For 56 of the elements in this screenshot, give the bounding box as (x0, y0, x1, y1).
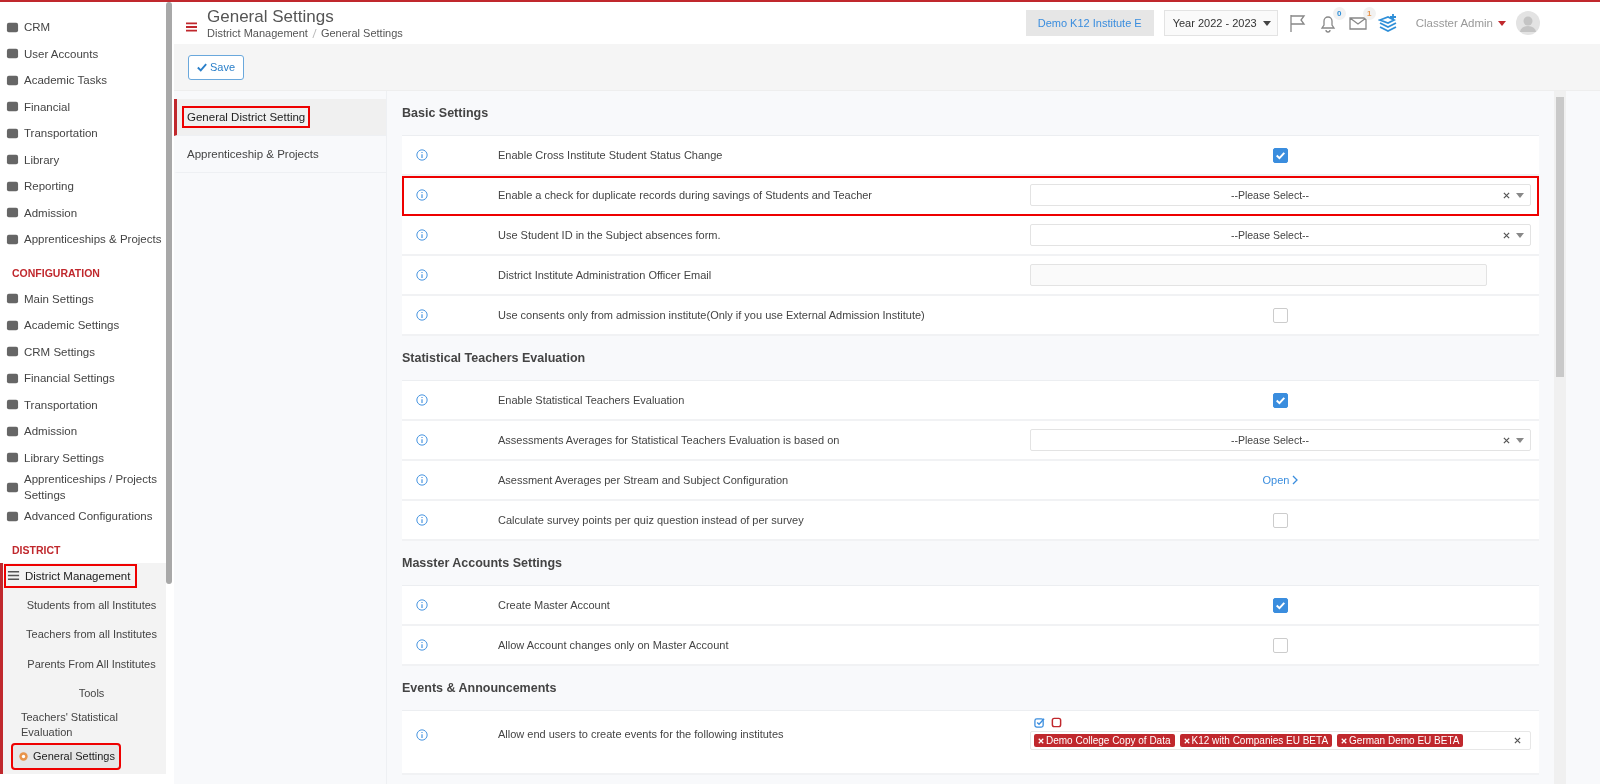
sidebar-item[interactable]: Transportation (0, 120, 166, 147)
settings-tab[interactable]: General District Setting (174, 99, 386, 136)
setting-label: Use Student ID in the Subject absences form. (498, 229, 722, 241)
setting-label: Assessments Averages for Statistical Teachers Evaluation is based on (498, 434, 841, 446)
notification-count: 0 (1332, 7, 1346, 20)
message-count: 1 (1362, 7, 1376, 20)
year-dropdown[interactable]: Year 2022 - 2023 (1163, 10, 1278, 36)
sidebar-item[interactable]: Academic Settings (0, 312, 166, 339)
setting-label: Calculate survey points per quiz question instead of per survey (498, 514, 805, 526)
institutes-field[interactable]: Demo College Copy of Data K12 with Companies EU BETA German Demo EU BETA (1030, 731, 1531, 750)
sidebar-subitem[interactable]: Students from all Institutes (8, 592, 161, 619)
sidebar-subitem[interactable]: Teachers from all Institutes (8, 621, 161, 648)
sidebar-heading: CONFIGURATION (11, 265, 101, 281)
sidebar-item[interactable]: User Accounts (0, 40, 166, 67)
sidebar-item[interactable]: CRM Settings (0, 338, 166, 365)
setting-label: Allow Account changes only on Master Account (498, 639, 730, 651)
setting-label: Asessment Averages per Stream and Subject Configuration (498, 474, 790, 486)
sidebar-item[interactable]: Apprenticeships / Projects Settings (0, 471, 166, 503)
select-field[interactable]: --Please Select-- (1030, 224, 1531, 246)
sidebar-subitem[interactable]: Parents From All Institutes (9, 651, 160, 678)
open-link[interactable]: Open (1262, 474, 1299, 486)
sidebar-item[interactable]: Transportation (0, 391, 166, 418)
sidebar-item[interactable]: Admission (0, 418, 166, 445)
breadcrumb-link[interactable]: General Settings (320, 27, 403, 39)
setting-label: Create Master Account (498, 599, 611, 611)
select-field[interactable]: --Please Select-- (1030, 429, 1531, 451)
sidebar-subitem[interactable]: General Settings (11, 743, 121, 770)
settings-tab[interactable]: Apprenticeship & Projects (174, 136, 386, 173)
sidebar-item[interactable]: Financial (0, 93, 166, 120)
sidebar-item[interactable]: Library Settings (0, 444, 166, 471)
sidebar-item[interactable]: Admission (0, 199, 166, 226)
sidebar-subitem[interactable]: Teachers' Statistical Evaluation (3, 710, 166, 740)
setting-label: Enable Cross Institute Student Status Change (498, 149, 724, 161)
sidebar-item[interactable]: CRM (0, 14, 166, 41)
sidebar-item[interactable]: District Management (3, 562, 139, 589)
sidebar-item[interactable]: Main Settings (0, 285, 166, 312)
setting-label: Allow end users to create events for the following institutes (498, 728, 785, 740)
setting-label: Enable Statistical Teachers Evaluation (498, 394, 686, 406)
breadcrumb-link[interactable]: District Management (207, 27, 308, 39)
sidebar-item[interactable]: Financial Settings (0, 365, 166, 392)
institute-tag[interactable]: German Demo EU BETA (1337, 734, 1464, 747)
sidebar-item[interactable]: Academic Tasks (0, 67, 166, 94)
institute-tag[interactable]: K12 with Companies EU BETA (1179, 734, 1333, 747)
select-field[interactable]: --Please Select-- (1030, 184, 1531, 206)
institute-tag[interactable]: Demo College Copy of Data (1034, 734, 1175, 747)
sidebar-heading: DISTRICT (11, 542, 62, 558)
setting-label: Enable a check for duplicate records during savings of Students and Teacher (498, 189, 874, 201)
setting-label: Use consents only from admission institute(Only if you use External Admission Institute) (498, 309, 926, 321)
sidebar-item[interactable]: Apprenticeships & Projects (0, 226, 166, 253)
sidebar-item[interactable]: Reporting (0, 173, 166, 200)
sidebar-item[interactable]: Advanced Configurations (0, 503, 166, 530)
save-button[interactable]: Save (188, 54, 245, 80)
sidebar-subitem[interactable]: Tools (60, 680, 109, 707)
page-title: General Settings (207, 7, 335, 27)
sidebar-item[interactable]: Library (0, 146, 166, 173)
setting-label: District Institute Administration Officer Email (498, 269, 713, 281)
